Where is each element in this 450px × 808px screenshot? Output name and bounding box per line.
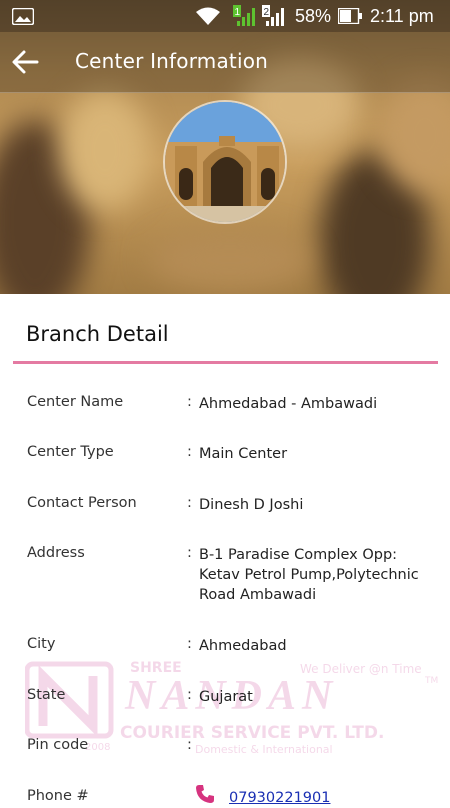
section-divider: [13, 361, 438, 364]
svg-text:1: 1: [235, 7, 241, 18]
field-separator: :: [187, 545, 192, 561]
field-value: B-1 Paradise Complex Opp: Ketav Petrol P…: [199, 547, 419, 603]
field-label: Center Type: [27, 444, 114, 460]
field-label: Center Name: [27, 394, 124, 410]
gallery-notification-icon: [12, 8, 34, 25]
battery-percentage: 58%: [295, 6, 332, 26]
signal-sim1-icon: 1: [233, 5, 255, 26]
field-separator: :: [187, 394, 192, 410]
battery-icon: [338, 8, 362, 24]
phone-icon[interactable]: [195, 784, 215, 804]
field-separator: :: [187, 495, 192, 511]
field-separator: :: [187, 636, 192, 652]
phone-link[interactable]: 07930221901: [229, 788, 450, 808]
field-separator: :: [187, 737, 192, 753]
field-label: City: [27, 636, 56, 652]
signal-sim2-icon: 2: [262, 5, 284, 26]
field-label: State: [27, 687, 66, 703]
wifi-icon: [196, 7, 220, 25]
field-value: Ahmedabad: [199, 638, 287, 654]
field-label: Contact Person: [27, 495, 137, 511]
field-value: Dinesh D Joshi: [199, 497, 304, 513]
field-separator: :: [187, 444, 192, 460]
field-value: Ahmedabad - Ambawadi: [199, 396, 378, 412]
app-bar: Center Information: [0, 32, 450, 93]
clock: 2:11 pm: [370, 6, 434, 26]
page-title: Center Information: [75, 49, 269, 73]
field-separator: :: [187, 687, 192, 703]
status-bar: 1 2 58% 2:11 pm: [0, 0, 450, 32]
center-photo: [163, 100, 287, 224]
section-title: Branch Detail: [26, 322, 169, 346]
svg-text:2: 2: [264, 7, 270, 18]
field-value: Gujarat: [199, 689, 253, 705]
field-label: Pin code: [27, 737, 89, 753]
field-label: Address: [27, 545, 85, 561]
field-value: Main Center: [199, 446, 288, 462]
field-label: Phone #: [27, 788, 89, 804]
back-arrow-icon[interactable]: [10, 48, 40, 76]
